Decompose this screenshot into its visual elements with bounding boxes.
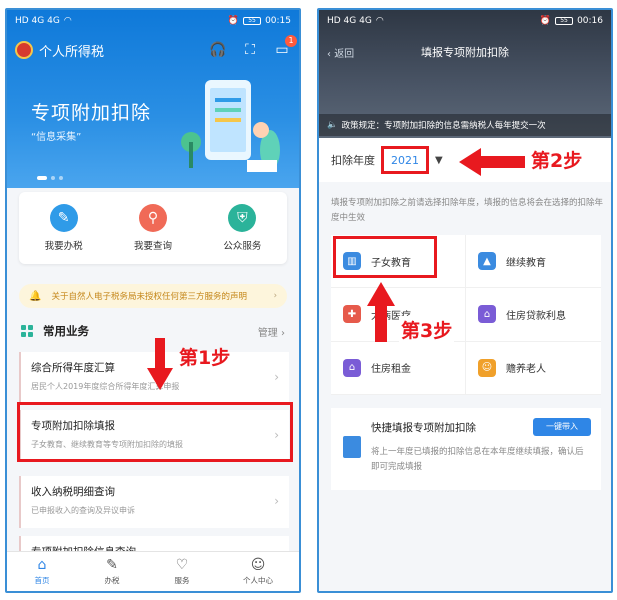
edit-document-icon [343,436,361,458]
carousel-dots[interactable] [37,176,63,180]
caret-down-icon[interactable]: ▼ [435,155,443,166]
bell-icon: 🔔 [29,290,42,302]
step1-label: 第1步 [179,347,231,369]
page-title: 填报专项附加扣除 [421,46,509,59]
quick-action-pay-tax[interactable]: ✎ 我要办税 [45,204,83,252]
clock: 00:16 [577,16,603,26]
chevron-right-icon: › [273,291,277,301]
step3-highlight-box [333,236,437,278]
year-label: 扣除年度 [331,154,375,167]
left-phone-screen: HD 4G 4G ◠ ⏰ 55 00:15 个人所得税 🎧 ⛶ ▭ 1 专项附加扣除 “… [5,8,301,593]
category-housing-rent[interactable]: ⌂ 住房租金 [331,341,466,395]
deduction-header: HD 4G 4G ◠ ⏰ 55 00:16 ‹ 返回 填报专项附加扣除 🔈 政策规定：… [319,10,611,138]
heart-icon: ♡ [175,557,189,573]
medical-kit-icon: ✚ [343,305,361,324]
chevron-right-icon: › [274,494,279,508]
card-subtitle: 已申报收入的查询及异议申诉 [31,506,135,515]
signal-indicator: HD 4G 4G [327,16,372,26]
tab-pay-tax[interactable]: ✎ 办税 [103,557,121,586]
clock: 00:15 [265,16,291,26]
year-select[interactable]: 2021 [381,146,429,174]
shield-icon: ⛨ [228,204,257,232]
service-card-income-details[interactable]: 收入纳税明细查询 已申报收入的查询及异议申诉 › [19,476,289,528]
house-loan-icon: ⌂ [478,305,496,324]
year-hint: 填报专项附加扣除之前请选择扣除年度，填报的信息将会在选择的扣除年度中生效 [331,198,604,223]
alarm-icon: ⏰ [539,16,552,26]
alarm-icon: ⏰ [227,16,240,26]
speaker-icon: 🔈 [327,120,338,130]
status-bar: HD 4G 4G ◠ ⏰ 55 00:16 [319,10,611,32]
home-hero: HD 4G 4G ◠ ⏰ 55 00:15 个人所得税 🎧 ⛶ ▭ 1 专项附加扣除 “… [7,10,299,188]
house-rent-icon: ⌂ [343,358,361,377]
category-label: 继续教育 [506,257,546,269]
banner-subtitle: “信息采集” [31,132,82,143]
category-label: 赡养老人 [506,364,546,376]
tab-label: 个人中心 [243,576,273,585]
document-icon: ✎ [106,557,118,573]
grid-icon [21,325,33,337]
home-icon: ⌂ [37,557,47,573]
category-elderly-support[interactable]: ☺ 赡养老人 [466,342,601,395]
graduation-cap-icon: ▲ [478,252,496,271]
one-click-import-button[interactable]: 一键带入 [533,418,591,436]
message-icon[interactable]: ▭ 1 [273,35,297,59]
policy-ticker: 🔈 政策规定：专项附加扣除的信息需纳税人每年提交一次 [319,114,611,136]
battery-indicator: 55 [555,17,574,25]
app-header: 个人所得税 🎧 ⛶ ▭ 1 [7,34,299,66]
arrow-down-icon [147,338,173,390]
manage-link[interactable]: 管理 › [258,324,285,339]
bottom-tab-bar: ⌂ 首页 ✎ 办税 ♡ 服务 ☺ 个人中心 [7,551,299,591]
card-title: 收入纳税明细查询 [31,486,115,498]
tab-label: 首页 [34,576,50,585]
search-icon: ⚲ [138,204,167,232]
notice-banner[interactable]: 🔔 关于自然人电子税务局未授权任何第三方服务的声明 › [19,284,287,308]
pen-icon: ✎ [49,204,78,232]
app-title: 个人所得税 [39,44,105,60]
quick-action-query[interactable]: ⚲ 我要查询 [134,204,172,252]
notice-text: 关于自然人电子税务局未授权任何第三方服务的声明 [51,292,247,302]
tax-emblem-icon [15,41,33,59]
category-label: 住房贷款利息 [506,310,566,322]
wifi-icon: ◠ [375,16,384,26]
step2-label: 第2步 [531,150,583,172]
step1-highlight-box [17,402,293,462]
chevron-right-icon: › [274,370,279,384]
quick-actions: ✎ 我要办税 ⚲ 我要查询 ⛨ 公众服务 [19,192,287,264]
elderly-icon: ☺ [478,358,496,377]
category-continuing-education[interactable]: ▲ 继续教育 [466,235,601,289]
right-phone-screen: HD 4G 4G ◠ ⏰ 55 00:16 ‹ 返回 填报专项附加扣除 🔈 政策规定：… [317,8,613,593]
banner-illustration [181,80,280,172]
wifi-icon: ◠ [63,16,72,26]
battery-indicator: 55 [243,17,262,25]
quick-action-public-service[interactable]: ⛨ 公众服务 [223,204,261,252]
banner-title[interactable]: 专项附加扣除 [31,98,151,125]
arrow-up-icon [367,282,395,342]
message-badge: 1 [285,35,297,47]
tab-home[interactable]: ⌂ 首页 [33,557,51,586]
quick-fill-description: 将上一年度已填报的扣除信息在本年度继续填报，确认后即可完成填报 [371,447,584,472]
scan-icon[interactable]: ⛶ [241,41,259,59]
quick-fill-card: 快捷填报专项附加扣除 一键带入 将上一年度已填报的扣除信息在本年度继续填报，确认… [331,408,601,490]
category-label: 住房租金 [371,364,411,376]
step3-label: 第3步 [399,316,455,343]
section-header: 常用业务 管理 › [21,323,285,339]
policy-text: 政策规定：专项附加扣除的信息需纳税人每年提交一次 [341,121,546,131]
arrow-left-icon [459,148,525,176]
tab-label: 服务 [174,576,190,585]
status-bar: HD 4G 4G ◠ ⏰ 55 00:15 [7,10,299,32]
headset-icon[interactable]: 🎧 [209,41,227,59]
user-icon: ☺ [250,557,266,573]
tab-label: 办税 [104,576,120,585]
nav-bar: ‹ 返回 填报专项附加扣除 [319,34,611,70]
tab-service[interactable]: ♡ 服务 [173,557,191,586]
signal-indicator: HD 4G 4G [15,16,60,26]
section-title: 常用业务 [43,324,89,338]
quick-action-label: 公众服务 [223,241,262,252]
quick-action-label: 我要查询 [133,241,172,252]
category-housing-loan[interactable]: ⌂ 住房贷款利息 [466,288,601,342]
tab-profile[interactable]: ☺ 个人中心 [243,557,273,586]
quick-action-label: 我要办税 [44,241,83,252]
